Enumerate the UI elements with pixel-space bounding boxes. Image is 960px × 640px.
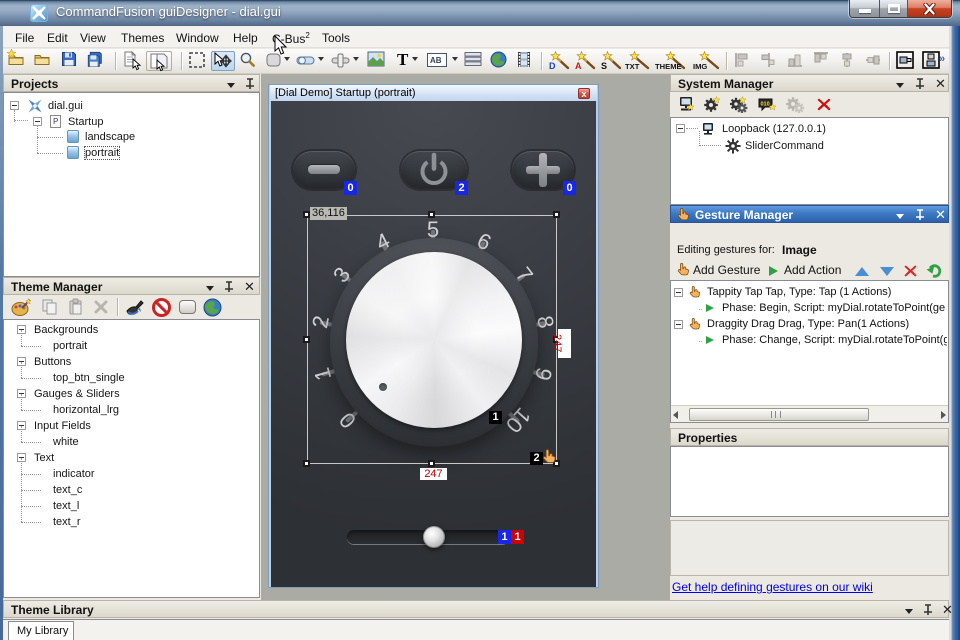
svg-text:010: 010 (761, 102, 770, 108)
svg-text:IMG: IMG (693, 62, 707, 71)
svg-text:D: D (549, 61, 556, 71)
svg-text:S: S (601, 61, 607, 71)
svg-text:TXT: TXT (625, 62, 640, 71)
svg-text:A: A (575, 61, 582, 71)
svg-text:AB: AB (430, 56, 442, 65)
svg-text:THEME: THEME (655, 62, 682, 71)
